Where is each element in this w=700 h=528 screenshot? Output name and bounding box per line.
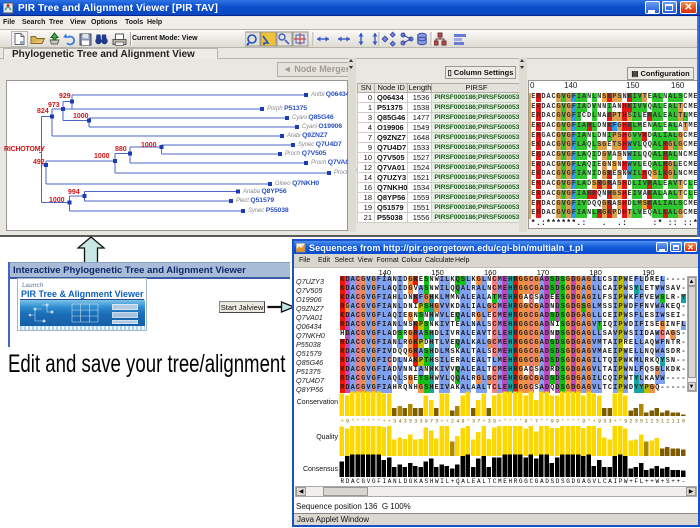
svg-text:*: * <box>572 419 575 425</box>
svg-text:*: * <box>587 419 590 425</box>
svg-text:7: 7 <box>430 419 433 425</box>
svg-text:3: 3 <box>656 419 659 425</box>
svg-text:9: 9 <box>461 419 464 425</box>
svg-text:*: * <box>367 419 370 425</box>
svg-text:+: + <box>446 419 449 425</box>
svg-text:3: 3 <box>472 419 475 425</box>
svg-text:*: * <box>509 419 512 425</box>
svg-text:9: 9 <box>425 419 428 425</box>
svg-text:+: + <box>614 419 617 425</box>
svg-text:2: 2 <box>666 419 669 425</box>
svg-text:*: * <box>530 419 533 425</box>
svg-text:*: * <box>503 419 506 425</box>
svg-text:3: 3 <box>404 419 407 425</box>
svg-text:2: 2 <box>650 419 653 425</box>
svg-text:7: 7 <box>535 419 538 425</box>
svg-text:9: 9 <box>556 419 559 425</box>
svg-text:*: * <box>377 419 380 425</box>
svg-text:*: * <box>577 419 580 425</box>
svg-text:3: 3 <box>435 419 438 425</box>
svg-text:+: + <box>383 419 386 425</box>
svg-text:3: 3 <box>414 419 417 425</box>
svg-text:*: * <box>519 419 522 425</box>
svg-text:*: * <box>514 419 517 425</box>
svg-text:9: 9 <box>346 419 349 425</box>
svg-text:0: 0 <box>682 419 685 425</box>
svg-text:4: 4 <box>398 419 401 425</box>
svg-text:+: + <box>482 419 485 425</box>
svg-text:*: * <box>561 419 564 425</box>
svg-text:9: 9 <box>598 419 601 425</box>
svg-text:*: * <box>545 419 548 425</box>
svg-text:3: 3 <box>603 419 606 425</box>
svg-text:3: 3 <box>393 419 396 425</box>
svg-text:5: 5 <box>640 419 643 425</box>
svg-text:*: * <box>356 419 359 425</box>
svg-text:1: 1 <box>661 419 664 425</box>
svg-text:5: 5 <box>409 419 412 425</box>
svg-text:+: + <box>440 419 443 425</box>
svg-text:3: 3 <box>419 419 422 425</box>
svg-text:*: * <box>372 419 375 425</box>
svg-text:1: 1 <box>645 419 648 425</box>
svg-text:9: 9 <box>582 419 585 425</box>
svg-text:9: 9 <box>524 419 527 425</box>
svg-text:+: + <box>498 419 501 425</box>
svg-text:1: 1 <box>671 419 674 425</box>
svg-text:3: 3 <box>488 419 491 425</box>
svg-text:9: 9 <box>551 419 554 425</box>
svg-text:*: * <box>540 419 543 425</box>
svg-text:1: 1 <box>677 419 680 425</box>
svg-text:+: + <box>341 419 344 425</box>
svg-text:3: 3 <box>635 419 638 425</box>
svg-text:*: * <box>467 419 470 425</box>
svg-text:*: * <box>619 419 622 425</box>
svg-text:+: + <box>388 419 391 425</box>
svg-text:7: 7 <box>477 419 480 425</box>
svg-text:9: 9 <box>624 419 627 425</box>
svg-text:2: 2 <box>629 419 632 425</box>
svg-text:*: * <box>362 419 365 425</box>
svg-text:9: 9 <box>493 419 496 425</box>
svg-text:2: 2 <box>451 419 454 425</box>
svg-text:*: * <box>351 419 354 425</box>
svg-text:+: + <box>593 419 596 425</box>
svg-text:*: * <box>566 419 569 425</box>
svg-text:4: 4 <box>456 419 459 425</box>
svg-text:3: 3 <box>608 419 611 425</box>
